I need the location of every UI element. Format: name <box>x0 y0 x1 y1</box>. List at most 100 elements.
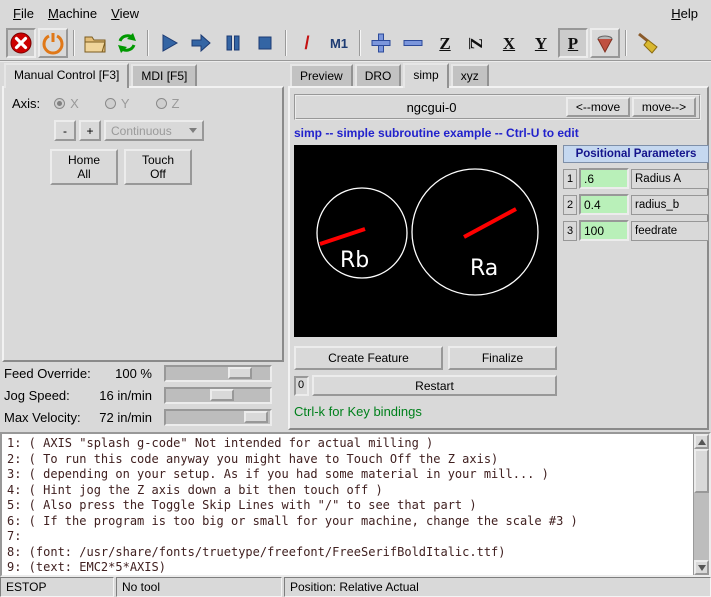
slider-knob[interactable] <box>210 389 234 401</box>
stop-button[interactable] <box>250 28 280 58</box>
axis-radio-y[interactable]: Y <box>105 96 130 111</box>
power-icon <box>41 31 65 55</box>
slider-knob[interactable] <box>244 411 268 423</box>
zoom-out-button[interactable] <box>398 28 428 58</box>
menu-machine[interactable]: Machine <box>41 3 104 24</box>
preview-canvas: Rb Ra <box>294 145 557 337</box>
move-left-button[interactable]: <--move <box>566 97 630 117</box>
view-front-button[interactable]: X <box>494 28 524 58</box>
tab-xyz[interactable]: xyz <box>451 64 489 86</box>
radio-icon <box>105 98 116 109</box>
param-name: Radius A <box>631 169 709 189</box>
toggle-optional-stop-button[interactable]: M1 <box>324 28 354 58</box>
gcode-line: 9: (text: EMC2*5*AXIS) <box>7 560 689 576</box>
front-view-icon: X <box>503 35 515 52</box>
radio-icon <box>156 98 167 109</box>
rotate-icon <box>593 31 617 55</box>
status-position-mode: Position: Relative Actual <box>284 577 711 597</box>
view-perspective-button[interactable]: P <box>558 28 588 58</box>
jog-speed-slider[interactable] <box>164 387 272 404</box>
manual-control-frame: Axis: X Y Z - + <box>2 86 284 362</box>
menu-help[interactable]: Help <box>664 3 705 24</box>
create-feature-button[interactable]: Create Feature <box>294 346 443 370</box>
clear-plot-button[interactable] <box>632 28 662 58</box>
view-top-button[interactable]: Z <box>430 28 460 58</box>
pause-icon <box>221 31 245 55</box>
zoom-in-icon <box>369 31 393 55</box>
tab-dro[interactable]: DRO <box>355 64 402 86</box>
jog-plus-button[interactable]: + <box>79 120 101 141</box>
jog-speed-value: 16 in/min <box>98 388 164 403</box>
menu-file[interactable]: File <box>6 3 41 24</box>
stop-icon <box>253 31 277 55</box>
gcode-line: 4: ( Hint jog the Z axis down a bit then… <box>7 483 689 499</box>
restart-count: 0 <box>294 376 309 396</box>
jog-minus-button[interactable]: - <box>54 120 76 141</box>
feed-override-slider[interactable] <box>164 365 272 382</box>
open-file-button[interactable] <box>80 28 110 58</box>
feed-override-row: Feed Override: 100 % <box>0 362 286 384</box>
zoom-in-button[interactable] <box>366 28 396 58</box>
gcode-scrollbar[interactable] <box>693 434 709 575</box>
run-button[interactable] <box>154 28 184 58</box>
gcode-line: 8: (font: /usr/share/fonts/truetype/free… <box>7 545 689 561</box>
jog-increment-dropdown[interactable]: Continuous <box>104 120 204 141</box>
pause-button[interactable] <box>218 28 248 58</box>
machine-power-button[interactable] <box>38 28 68 58</box>
move-right-button[interactable]: move--> <box>632 97 696 117</box>
scrollbar-thumb[interactable] <box>694 449 709 493</box>
gcode-listing[interactable]: 1: ( AXIS "splash g-code" Not intended f… <box>0 432 711 577</box>
step-button[interactable] <box>186 28 216 58</box>
status-tool: No tool <box>116 577 282 597</box>
tab-mdi[interactable]: MDI [F5] <box>131 64 197 86</box>
tab-preview[interactable]: Preview <box>290 64 353 86</box>
axis-window: File Machine View Help <box>0 0 711 597</box>
top-view-icon: Z <box>439 35 450 52</box>
gcode-line: 3: ( depending on your setup. As if you … <box>7 467 689 483</box>
home-controls: Home All Touch Off <box>50 149 192 185</box>
jog-speed-label: Jog Speed: <box>4 388 98 403</box>
positional-parameters: Positional Parameters 1 Radius A 2 radiu… <box>563 145 709 337</box>
param-value-input[interactable] <box>579 168 629 189</box>
menu-view[interactable]: View <box>104 3 146 24</box>
tab-manual-control[interactable]: Manual Control [F3] <box>4 63 129 88</box>
param-number: 3 <box>563 221 577 241</box>
toggle-skip-lines-button[interactable]: / <box>292 28 322 58</box>
reload-button[interactable] <box>112 28 142 58</box>
side-view-icon: Y <box>535 35 547 52</box>
toolbar-separator <box>625 30 627 56</box>
subroutine-description: simp -- simple subroutine example -- Ctr… <box>294 126 703 140</box>
toolbar-separator <box>359 30 361 56</box>
jog-speed-row: Jog Speed: 16 in/min <box>0 384 286 406</box>
restart-button[interactable]: Restart <box>312 375 557 396</box>
estop-button[interactable] <box>6 28 36 58</box>
finalize-button[interactable]: Finalize <box>448 346 557 370</box>
scroll-up-arrow[interactable] <box>694 434 709 449</box>
view-rotated-top-button[interactable]: Z <box>462 28 492 58</box>
slider-knob[interactable] <box>228 367 252 379</box>
gcode-line: 5: ( Also press the Toggle Skip Lines wi… <box>7 498 689 514</box>
home-all-button[interactable]: Home All <box>50 149 118 185</box>
simp-tab-frame: ngcgui-0 <--move move--> simp -- simple … <box>288 86 709 430</box>
gcode-line: 7: <box>7 529 689 545</box>
rotate-view-button[interactable] <box>590 28 620 58</box>
view-side-button[interactable]: Y <box>526 28 556 58</box>
tab-simp[interactable]: simp <box>403 63 448 88</box>
ngcgui-header: ngcgui-0 <--move move--> <box>294 94 701 120</box>
param-value-input[interactable] <box>579 194 629 215</box>
axis-label: Axis: <box>12 96 40 111</box>
param-value-input[interactable] <box>579 220 629 241</box>
axis-radio-x[interactable]: X <box>54 96 79 111</box>
gcode-line: 6: ( If the program is too big or small … <box>7 514 689 530</box>
left-tab-bar: Manual Control [F3] MDI [F5] <box>0 62 286 86</box>
restart-controls: 0 Restart <box>294 375 557 396</box>
radius-line-rb <box>320 229 365 244</box>
max-velocity-slider[interactable] <box>164 409 272 426</box>
radius-label-ra: Ra <box>470 256 498 281</box>
axis-radio-z[interactable]: Z <box>156 96 180 111</box>
optional-stop-icon: M1 <box>330 37 348 50</box>
ngcgui-title: ngcgui-0 <box>297 100 566 115</box>
scroll-down-arrow[interactable] <box>694 560 709 575</box>
axis-radio-y-label: Y <box>121 96 130 111</box>
touch-off-button[interactable]: Touch Off <box>124 149 192 185</box>
